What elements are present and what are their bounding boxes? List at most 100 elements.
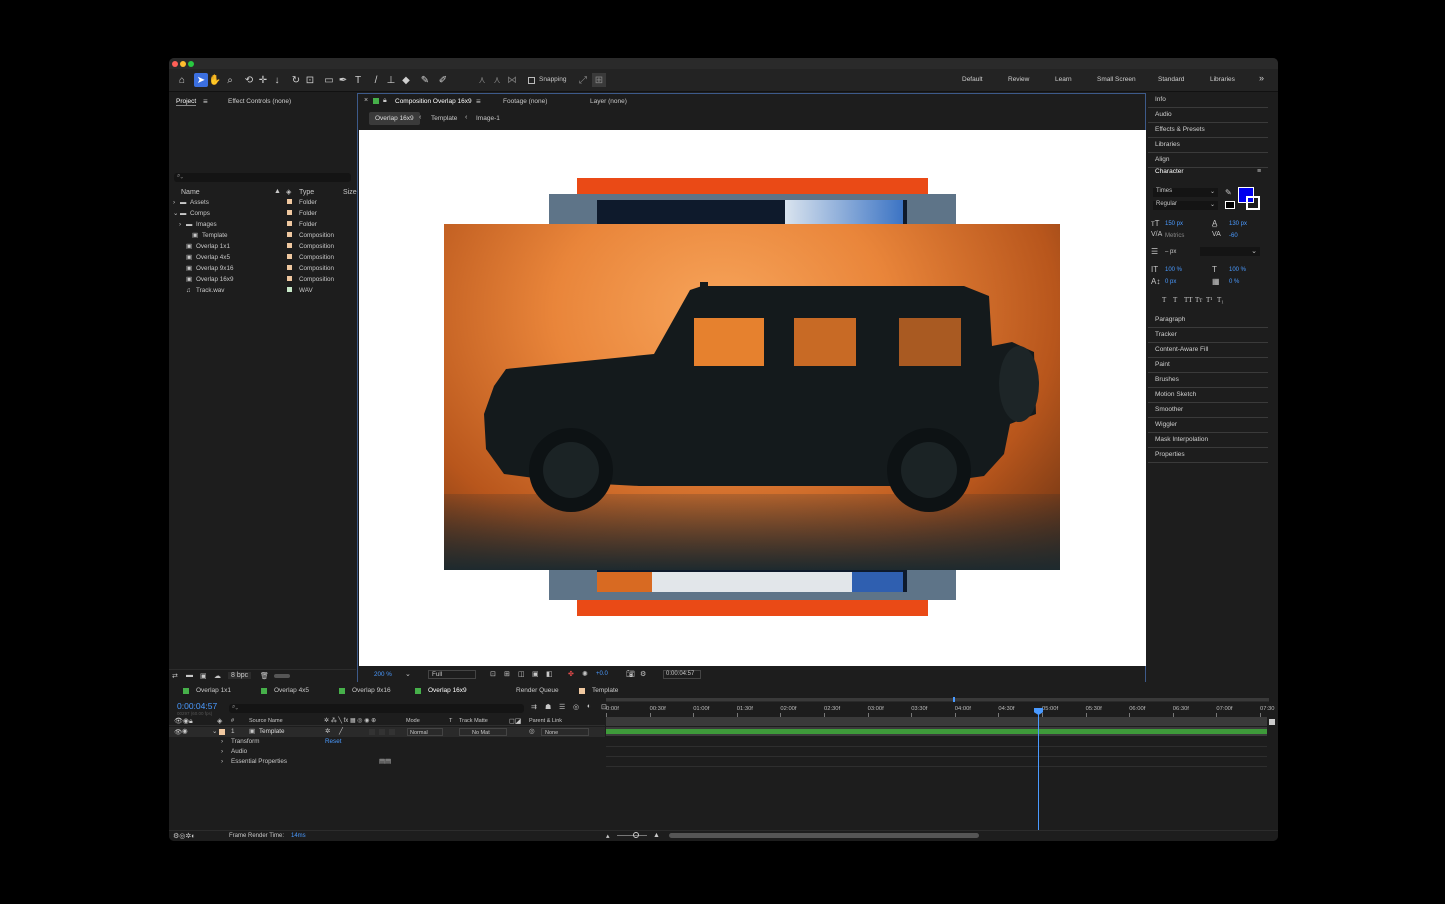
panel-paragraph[interactable]: Paragraph <box>1148 313 1268 328</box>
panel-align[interactable]: Align <box>1148 153 1268 168</box>
work-area-bar[interactable] <box>606 697 1269 702</box>
breadcrumb-template[interactable]: Template <box>431 115 457 122</box>
label-color-swatch[interactable] <box>287 276 292 281</box>
font-size-value[interactable]: 150 px <box>1165 221 1183 227</box>
panel-content-aware-fill[interactable]: Content-Aware Fill <box>1148 343 1268 358</box>
puppet-pin-icon[interactable]: ✐ <box>436 73 450 87</box>
clone-stamp-icon[interactable]: ⊥ <box>384 73 398 87</box>
comp-mini-flowchart-icon[interactable]: ⇉ <box>531 703 537 711</box>
rotation-tool-icon[interactable]: ↻ <box>289 73 303 87</box>
delete-icon[interactable]: 🗑 <box>260 672 269 680</box>
orbit-camera-icon[interactable]: ⟲ <box>242 73 256 87</box>
text-style-button[interactable]: TT <box>1184 296 1193 304</box>
horizontal-scale-value[interactable]: 100 % <box>1229 267 1246 273</box>
label-column-icon[interactable]: ◈ <box>286 188 291 196</box>
playhead-line[interactable] <box>1038 710 1039 830</box>
breadcrumb-image-1[interactable]: Image-1 <box>476 115 500 122</box>
visibility-eye-icon[interactable]: 👁︎ <box>174 728 182 736</box>
breadcrumb-overlap-16x9[interactable]: Overlap 16x9 <box>369 112 420 125</box>
label-color-swatch[interactable] <box>287 265 292 270</box>
tsume-value[interactable]: 0 % <box>1229 279 1239 285</box>
sort-ascending-icon[interactable]: ▲ <box>274 188 281 195</box>
property-row-audio[interactable]: › Audio <box>169 747 605 757</box>
parent-dropdown[interactable]: None <box>541 728 589 736</box>
chevron-right-icon[interactable]: › <box>221 738 223 745</box>
snap-edge-icon[interactable]: ⤢ <box>576 73 590 87</box>
switch-box[interactable] <box>389 729 395 735</box>
text-style-button[interactable]: T <box>1162 296 1166 304</box>
interpret-footage-icon[interactable]: ⇄ <box>172 672 178 680</box>
roto-brush-icon[interactable]: ✎ <box>418 73 432 87</box>
column-name[interactable]: Name <box>181 189 200 196</box>
stroke-style-dropdown[interactable]: ⌄ <box>1200 247 1260 256</box>
work-area-marker[interactable] <box>953 697 955 702</box>
dolly-camera-icon[interactable]: ↓ <box>270 73 284 87</box>
track-matte-dropdown[interactable]: No Mat <box>459 728 507 736</box>
collapse-switch-icon[interactable]: ✲ <box>325 728 330 735</box>
zoom-tool-icon[interactable]: ⌕ <box>223 73 237 87</box>
switch-box[interactable] <box>379 729 385 735</box>
layer-duration-track[interactable] <box>606 727 1267 736</box>
chevron-right-icon[interactable]: › <box>173 199 175 206</box>
type-tool-icon[interactable]: T <box>351 73 365 87</box>
label-color-swatch[interactable] <box>287 232 292 237</box>
show-snapshot-icon[interactable]: ⚙ <box>640 670 646 678</box>
expand-layer-chevron-icon[interactable]: ⌄ <box>212 728 217 735</box>
work-area-range[interactable] <box>606 698 1269 701</box>
quality-switch-icon[interactable]: ╱ <box>339 728 343 735</box>
font-family-dropdown[interactable]: Times ⌄ <box>1153 188 1218 197</box>
workspace-standard[interactable]: Standard <box>1158 76 1184 83</box>
layer-name[interactable]: Template <box>259 728 285 735</box>
align-local-icon[interactable]: ⋏ <box>475 73 489 87</box>
tab-composition[interactable]: Composition Overlap 16x9 <box>395 98 472 105</box>
lock-icon[interactable]: 🔒︎ <box>383 97 387 105</box>
label-color-swatch[interactable] <box>287 243 292 248</box>
eraser-tool-icon[interactable]: ◆ <box>399 73 413 87</box>
tab-layer[interactable]: Layer (none) <box>590 98 627 105</box>
stroke-color-swatch[interactable] <box>1246 196 1260 210</box>
panel-wiggler[interactable]: Wiggler <box>1148 418 1268 433</box>
tracking-value[interactable]: -60 <box>1229 233 1238 239</box>
layer-switches-toggle-icon[interactable]: ⚙◎✲◐ <box>173 832 195 840</box>
panel-audio[interactable]: Audio <box>1148 108 1268 123</box>
zoom-dropdown[interactable]: 200 % <box>374 671 392 678</box>
project-item[interactable]: ⌄ ▬ Comps Folder <box>169 208 355 219</box>
chevron-right-icon[interactable]: › <box>221 748 223 755</box>
label-color-swatch[interactable] <box>287 199 292 204</box>
baseline-shift-value[interactable]: 0 px <box>1165 279 1176 285</box>
reset-transform-link[interactable]: Reset <box>325 738 341 745</box>
composition-canvas[interactable] <box>359 130 1146 666</box>
thumbnail-slider[interactable] <box>274 674 290 678</box>
timeline-search-input[interactable]: ⌕⌄ <box>229 704 524 713</box>
leading-value[interactable]: 130 px <box>1229 221 1247 227</box>
kerning-value[interactable]: Metrics <box>1165 233 1184 239</box>
property-row-essential[interactable]: › Essential Properties ▤▤ <box>169 757 605 767</box>
comp-end-marker[interactable] <box>1269 719 1275 725</box>
guides-icon[interactable]: ▣ <box>532 670 539 678</box>
project-item[interactable]: ▣ Overlap 16x9 Composition <box>169 274 355 285</box>
align-view-icon[interactable]: ⋈ <box>505 73 519 87</box>
snap-feature-icon[interactable]: ⊞ <box>592 73 606 87</box>
zoom-window-button[interactable] <box>188 61 194 67</box>
project-item[interactable]: ♫ Track.wav WAV <box>169 285 355 296</box>
exposure-value[interactable]: +0.0 <box>596 671 608 677</box>
eyedropper-icon[interactable]: ✎ <box>1225 188 1232 197</box>
label-color-swatch[interactable] <box>287 221 292 226</box>
stroke-width-value[interactable]: – px <box>1165 249 1176 255</box>
layer-duration-bar[interactable] <box>606 729 1267 734</box>
text-style-button[interactable]: Tт <box>1195 296 1202 304</box>
panel-smoother[interactable]: Smoother <box>1148 403 1268 418</box>
character-menu-icon[interactable]: ≡ <box>1257 168 1261 175</box>
tab-footage[interactable]: Footage (none) <box>503 98 547 105</box>
panel-info[interactable]: Info <box>1148 93 1268 108</box>
pan-camera-icon[interactable]: ✛ <box>256 73 270 87</box>
project-item[interactable]: ▣ Overlap 9x16 Composition <box>169 263 355 274</box>
color-management-icon[interactable]: ✤ <box>568 670 574 678</box>
adjust-settings-icon[interactable]: ☁ <box>214 672 221 680</box>
transparency-grid-icon[interactable]: ⊞ <box>504 670 510 678</box>
black-white-swatch[interactable] <box>1225 201 1235 209</box>
align-world-icon[interactable]: ⋏ <box>490 73 504 87</box>
text-style-button[interactable]: T₁ <box>1217 296 1224 304</box>
rectangle-tool-icon[interactable]: ▭ <box>322 73 336 87</box>
layer-row-template[interactable]: 👁︎ ◉ ⌄ 1 ▣ Template ✲ ╱ Normal No Mat ◎ … <box>169 727 605 737</box>
